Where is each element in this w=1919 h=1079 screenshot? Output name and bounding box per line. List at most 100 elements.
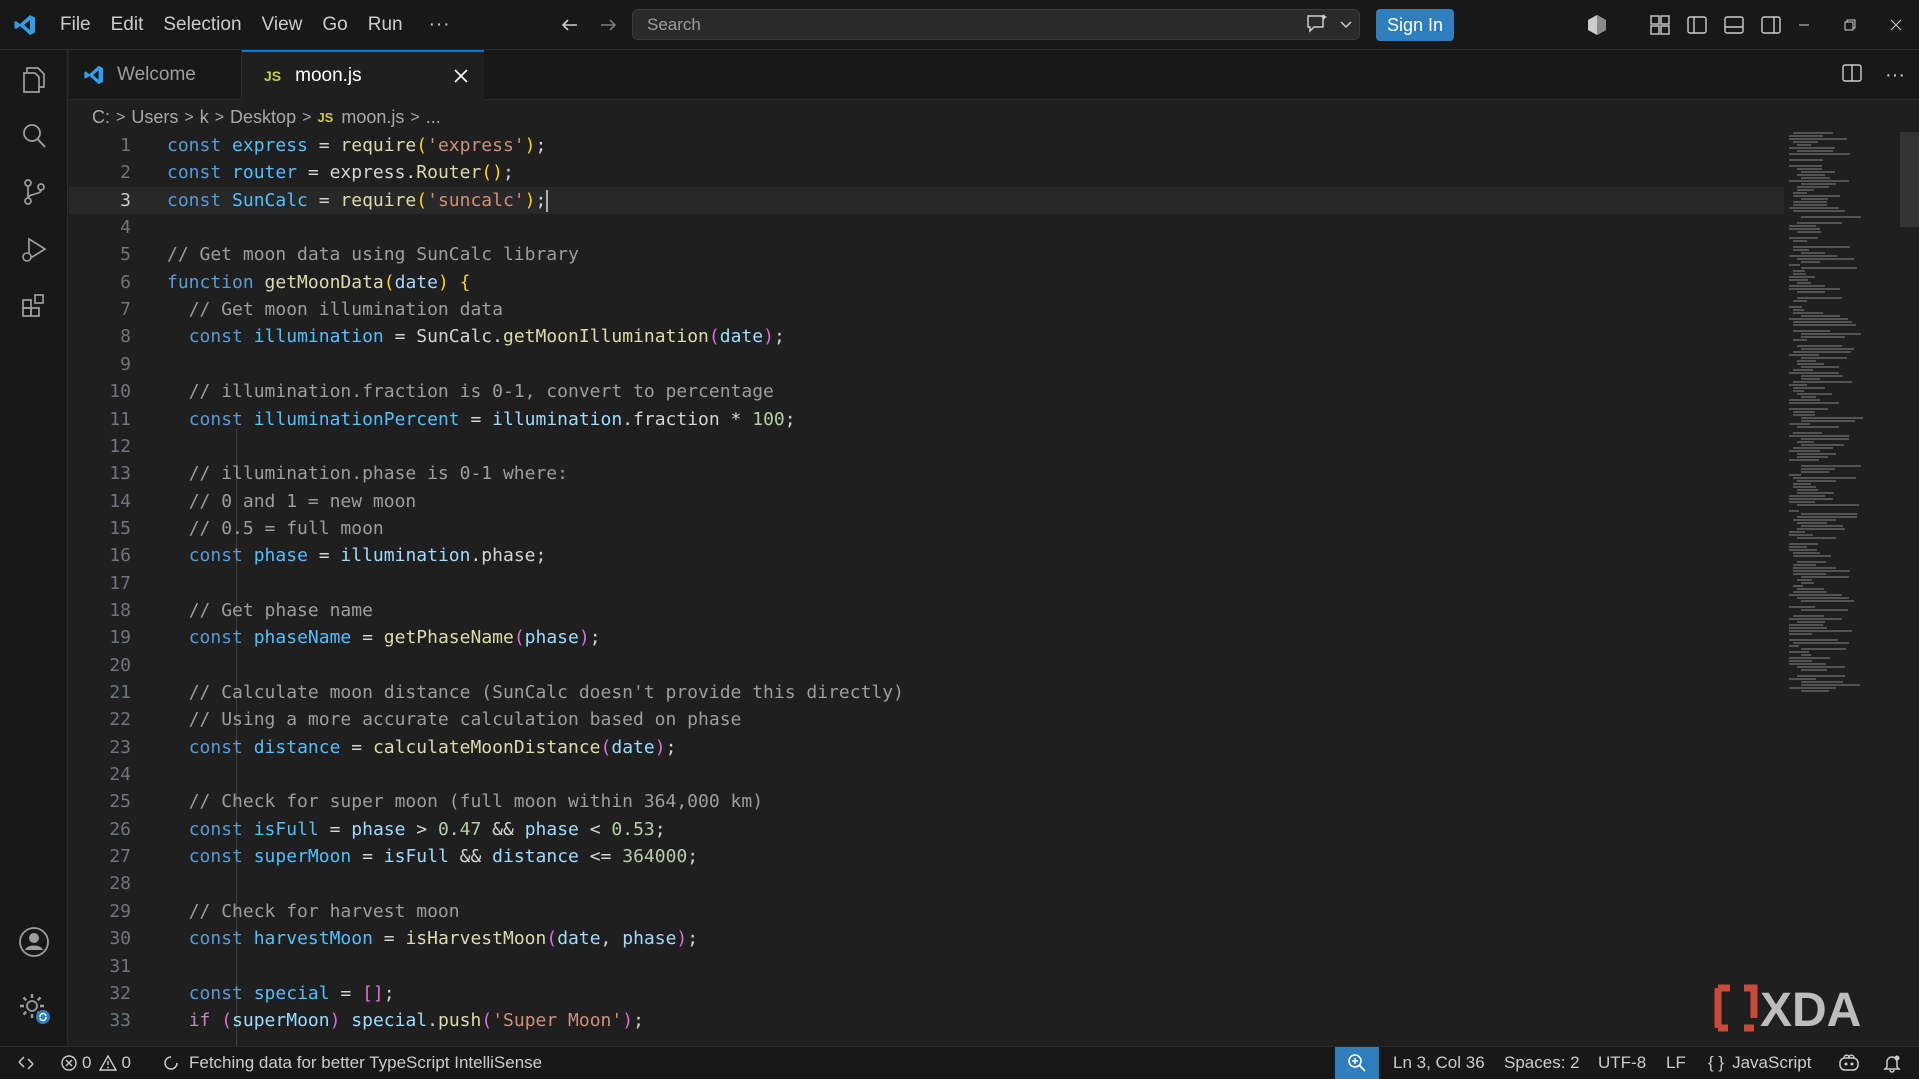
language-mode[interactable]: { } JavaScript xyxy=(1708,1047,1811,1079)
code-line[interactable]: 4 xyxy=(69,214,1784,241)
code-editor[interactable]: 1 const express = require('express'); 2 con… xyxy=(69,132,1919,1046)
tab-moon-js[interactable]: JS moon.js xyxy=(242,50,484,100)
breadcrumb-k[interactable]: k xyxy=(200,107,209,128)
manage-gear-icon[interactable] xyxy=(0,978,68,1038)
code-line[interactable]: 2 const router = express.Router(); xyxy=(69,159,1784,186)
code-line[interactable]: 5 // Get moon data using SunCalc library xyxy=(69,241,1784,268)
source-control-icon[interactable] xyxy=(0,162,68,222)
menu-view[interactable]: View xyxy=(252,0,313,49)
status-message[interactable]: Fetching data for better TypeScript Inte… xyxy=(163,1047,542,1079)
customize-layout-icon[interactable] xyxy=(1641,0,1678,49)
copilot-status-icon[interactable] xyxy=(1838,1047,1860,1079)
explorer-icon[interactable] xyxy=(0,50,68,110)
minimap[interactable] xyxy=(1789,132,1899,692)
code-line[interactable]: 13 // illumination.phase is 0-1 where: xyxy=(69,460,1784,487)
restore-icon[interactable] xyxy=(1827,0,1873,49)
code-line[interactable]: 29 // Check for harvest moon xyxy=(69,898,1784,925)
forward-arrow-icon[interactable] xyxy=(596,13,620,37)
line-number: 11 xyxy=(109,409,131,430)
cursor-position[interactable]: Ln 3, Col 36 xyxy=(1393,1047,1485,1079)
minimap-line xyxy=(1801,177,1830,179)
copilot-chat-icon[interactable] xyxy=(1305,13,1329,40)
code-line[interactable]: 30 const harvestMoon = isHarvestMoon(dat… xyxy=(69,925,1784,952)
more-actions-icon[interactable]: ··· xyxy=(1885,64,1905,87)
code-line[interactable]: 3 const SunCalc = require('suncalc'); xyxy=(69,187,1784,214)
code-line[interactable]: 20 xyxy=(69,652,1784,679)
code-line[interactable]: 23 const distance = calculateMoonDistanc… xyxy=(69,734,1784,761)
scrollbar-thumb[interactable] xyxy=(1900,132,1919,227)
code-line[interactable]: 12 xyxy=(69,433,1784,460)
search-input[interactable] xyxy=(633,13,1249,36)
menu-edit[interactable]: Edit xyxy=(101,0,154,49)
minimize-icon[interactable] xyxy=(1781,0,1827,49)
code-line[interactable]: 25 // Check for super moon (full moon wi… xyxy=(69,788,1784,815)
breadcrumb-file[interactable]: moon.js xyxy=(341,107,404,128)
code-line[interactable]: 33 if (superMoon) special.push('Super Mo… xyxy=(69,1007,1784,1034)
split-editor-icon[interactable] xyxy=(1841,62,1863,89)
code-line[interactable]: 22 // Using a more accurate calculation … xyxy=(69,706,1784,733)
code-line[interactable]: 31 xyxy=(69,953,1784,980)
code-line[interactable]: 6 function getMoonData(date) { xyxy=(69,269,1784,296)
minimap-line xyxy=(1789,459,1819,461)
minimap-line xyxy=(1797,597,1849,599)
code-line[interactable]: 18 // Get phase name xyxy=(69,597,1784,624)
code-line[interactable]: 24 xyxy=(69,761,1784,788)
encoding[interactable]: UTF-8 xyxy=(1598,1047,1646,1079)
code-text: // illumination.phase is 0-1 where: xyxy=(188,463,568,484)
code-line[interactable]: 16 const phase = illumination.phase; xyxy=(69,542,1784,569)
tab-welcome[interactable]: Welcome xyxy=(69,50,242,100)
toggle-primary-sidebar-icon[interactable] xyxy=(1678,0,1715,49)
run-debug-icon[interactable] xyxy=(0,220,68,280)
copilot-icon[interactable] xyxy=(1578,0,1615,49)
code-line[interactable]: 15 // 0.5 = full moon xyxy=(69,515,1784,542)
command-center-search[interactable] xyxy=(632,9,1360,40)
svg-text:XDA: XDA xyxy=(1760,984,1861,1037)
end-of-line[interactable]: LF xyxy=(1666,1047,1686,1079)
code-line[interactable]: 9 xyxy=(69,351,1784,378)
minimap-line xyxy=(1801,465,1861,467)
code-line[interactable]: 17 xyxy=(69,570,1784,597)
menu-selection[interactable]: Selection xyxy=(153,0,251,49)
toggle-panel-icon[interactable] xyxy=(1715,0,1752,49)
code-line[interactable]: 19 const phaseName = getPhaseName(phase)… xyxy=(69,624,1784,651)
code-line[interactable]: 8 const illumination = SunCalc.getMoonIl… xyxy=(69,323,1784,350)
code-line[interactable]: 7 // Get moon illumination data xyxy=(69,296,1784,323)
code-line[interactable]: 11 const illuminationPercent = illuminat… xyxy=(69,406,1784,433)
code-line[interactable]: 28 xyxy=(69,870,1784,897)
minimap-line xyxy=(1797,144,1811,146)
indentation[interactable]: Spaces: 2 xyxy=(1504,1047,1580,1079)
notifications-bell-icon[interactable] xyxy=(1882,1047,1902,1079)
chevron-down-icon[interactable] xyxy=(1339,17,1353,36)
code-line[interactable]: 10 // illumination.fraction is 0-1, conv… xyxy=(69,378,1784,405)
code-line[interactable]: 14 // 0 and 1 = new moon xyxy=(69,488,1784,515)
code-line[interactable]: 26 const isFull = phase > 0.47 && phase … xyxy=(69,816,1784,843)
breadcrumb-drive[interactable]: C: xyxy=(92,107,110,128)
zoom-indicator[interactable] xyxy=(1335,1047,1379,1079)
code-line[interactable]: 1 const express = require('express'); xyxy=(69,132,1784,159)
menu-file[interactable]: File xyxy=(50,0,101,49)
minimap-line xyxy=(1797,516,1857,518)
minimap-line xyxy=(1793,192,1807,194)
code-line[interactable]: 21 // Calculate moon distance (SunCalc d… xyxy=(69,679,1784,706)
menu-run[interactable]: Run xyxy=(358,0,413,49)
remote-indicator[interactable] xyxy=(0,1047,52,1079)
minimap-line xyxy=(1789,288,1840,290)
problems-indicator[interactable]: 0 0 xyxy=(60,1047,131,1079)
breadcrumb-users[interactable]: Users xyxy=(131,107,178,128)
close-icon[interactable] xyxy=(450,65,472,87)
accounts-icon[interactable] xyxy=(0,912,68,972)
search-icon[interactable] xyxy=(0,106,68,166)
menu-go[interactable]: Go xyxy=(312,0,357,49)
code-text: const special = []; xyxy=(188,983,395,1004)
sign-in-button[interactable]: Sign In xyxy=(1376,9,1454,41)
breadcrumb-symbols[interactable]: ... xyxy=(426,107,441,128)
minimap-line xyxy=(1793,312,1823,314)
extensions-icon[interactable] xyxy=(0,276,68,336)
back-arrow-icon[interactable] xyxy=(558,13,582,37)
breadcrumb-desktop[interactable]: Desktop xyxy=(230,107,296,128)
close-window-icon[interactable] xyxy=(1873,0,1919,49)
minimap-line xyxy=(1797,675,1845,677)
code-line[interactable]: 27 const superMoon = isFull && distance … xyxy=(69,843,1784,870)
code-line[interactable]: 32 const special = []; xyxy=(69,980,1784,1007)
menu-more-button[interactable]: ··· xyxy=(413,14,467,36)
